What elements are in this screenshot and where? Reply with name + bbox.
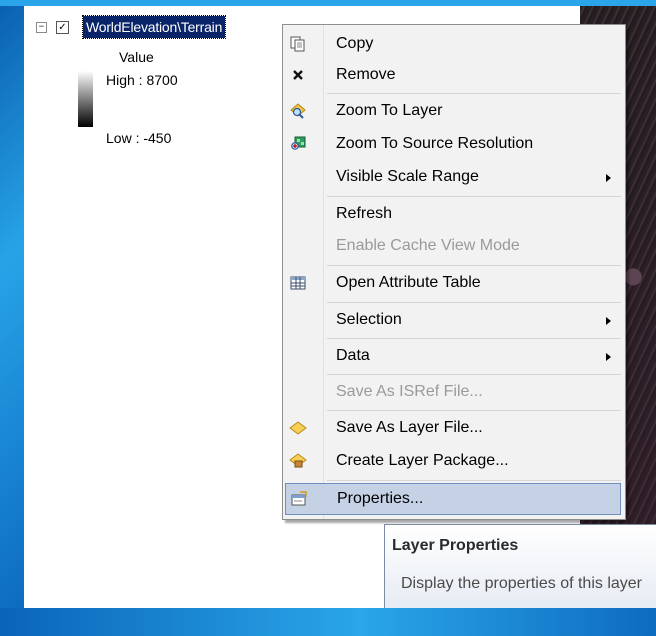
menu-item-label: Enable Cache View Mode [336, 237, 520, 254]
legend-low-label: Low : -450 [106, 130, 172, 146]
submenu-arrow-icon [606, 174, 611, 182]
legend-high-label: High : 8700 [106, 72, 178, 88]
layer-name-selected[interactable]: WorldElevation\Terrain [81, 15, 227, 39]
menu-item-visible-scale-range[interactable]: Visible Scale Range [285, 162, 621, 192]
menu-item-label: Visible Scale Range [336, 168, 479, 185]
menu-item-remove[interactable]: Remove [285, 60, 621, 90]
menu-item-label: Remove [336, 66, 396, 83]
zoom-to-source-resolution-icon [289, 135, 307, 153]
menu-separator [327, 480, 621, 481]
menu-item-label: Zoom To Source Resolution [336, 135, 534, 152]
menu-item-data[interactable]: Data [285, 341, 621, 371]
menu-item-selection[interactable]: Selection [285, 305, 621, 335]
bottom-frame [0, 608, 656, 636]
left-frame [0, 0, 24, 636]
properties-icon [290, 490, 308, 508]
menu-item-create-layer-package[interactable]: Create Layer Package... [285, 446, 621, 476]
menu-item-label: Save As ISRef File... [336, 383, 483, 400]
collapse-toggle-icon[interactable]: − [36, 22, 47, 33]
copy-icon [289, 35, 307, 53]
menu-separator [327, 196, 621, 197]
menu-item-open-attribute-table[interactable]: Open Attribute Table [285, 268, 621, 298]
remove-icon [289, 66, 307, 84]
menu-item-zoom-to-layer[interactable]: Zoom To Layer [285, 96, 621, 126]
menu-item-save-as-isref-file: Save As ISRef File... [285, 377, 621, 407]
menu-separator [327, 302, 621, 303]
table-icon [289, 274, 307, 292]
menu-separator [327, 265, 621, 266]
zoom-to-layer-icon [289, 102, 307, 120]
menu-item-label: Refresh [336, 205, 393, 222]
menu-item-label: Save As Layer File... [336, 419, 483, 436]
menu-separator [327, 338, 621, 339]
menu-item-copy[interactable]: Copy [285, 29, 621, 59]
menu-separator [327, 93, 621, 94]
menu-item-label: Selection [336, 311, 402, 328]
menu-item-label: Data [336, 347, 370, 364]
menu-item-refresh[interactable]: Refresh [285, 199, 621, 229]
menu-item-label: Zoom To Layer [336, 102, 443, 119]
layer-package-icon [289, 452, 307, 470]
tooltip-title: Layer Properties [392, 537, 519, 554]
submenu-arrow-icon [606, 317, 611, 325]
legend-field-label: Value [119, 49, 154, 65]
menu-item-properties[interactable]: Properties... [285, 483, 621, 515]
layer-context-menu: Copy Remove Zoom To Layer Zoom To Source… [282, 24, 626, 520]
menu-item-label: Open Attribute Table [336, 274, 481, 291]
menu-item-enable-cache-view-mode: Enable Cache View Mode [285, 231, 621, 261]
menu-item-label: Create Layer Package... [336, 452, 509, 469]
layer-file-icon [289, 419, 307, 437]
submenu-arrow-icon [606, 353, 611, 361]
menu-separator [327, 374, 621, 375]
layer-visibility-checkbox[interactable]: ✓ [56, 21, 69, 34]
tooltip-body: Display the properties of this layer [401, 575, 642, 592]
menu-item-zoom-to-source-resolution[interactable]: Zoom To Source Resolution [285, 129, 621, 159]
menu-item-save-as-layer-file[interactable]: Save As Layer File... [285, 413, 621, 443]
menu-item-label: Properties... [337, 490, 424, 507]
menu-item-label: Copy [336, 35, 374, 52]
legend-color-ramp [78, 71, 93, 127]
menu-separator [327, 410, 621, 411]
